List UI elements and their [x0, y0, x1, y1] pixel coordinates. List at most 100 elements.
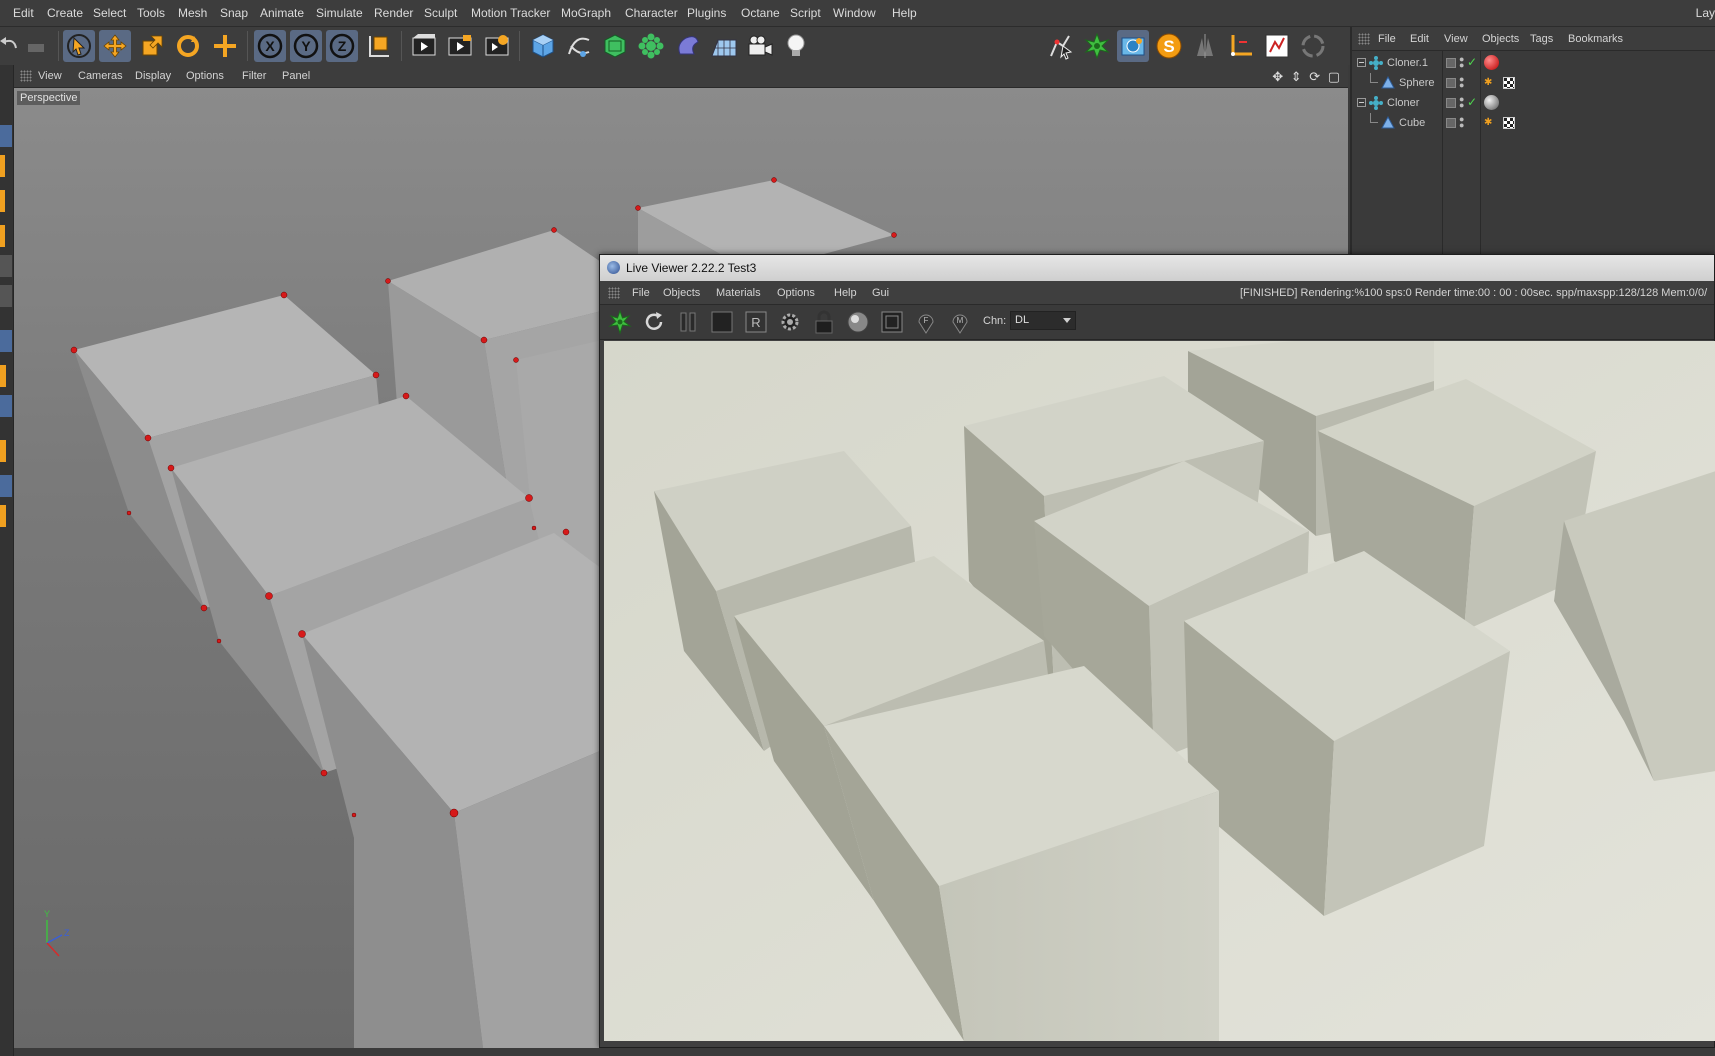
- checker-tag-icon[interactable]: [1503, 117, 1515, 129]
- menu-window[interactable]: Window: [833, 6, 876, 20]
- render-picture-viewer-icon[interactable]: [444, 30, 476, 62]
- solo-mode-icon[interactable]: [0, 440, 6, 462]
- menu-mograph[interactable]: MoGraph: [561, 6, 611, 20]
- edges-mode-icon[interactable]: [0, 255, 12, 277]
- render-settings-icon[interactable]: [481, 30, 513, 62]
- live-selection-icon[interactable]: [63, 30, 95, 62]
- snap-mode-icon[interactable]: [0, 395, 12, 417]
- material-icon[interactable]: [1261, 30, 1293, 62]
- live-viewer-title-bar[interactable]: Live Viewer 2.22.2 Test3: [600, 255, 1714, 281]
- viewport-navigation-icons[interactable]: ✥ ⇕ ⟳ ▢: [1272, 69, 1342, 85]
- joint-icon[interactable]: [1225, 30, 1257, 62]
- lv-menu-objects[interactable]: Objects: [663, 287, 700, 299]
- layout-label[interactable]: Lay: [1696, 6, 1715, 20]
- floor-icon[interactable]: [708, 30, 740, 62]
- spline-pen-icon[interactable]: [563, 30, 595, 62]
- add-object-icon[interactable]: [209, 30, 241, 62]
- menu-script[interactable]: Script: [790, 6, 821, 20]
- lock-icon[interactable]: [810, 309, 838, 335]
- channel-dropdown[interactable]: DL: [1010, 311, 1076, 330]
- camera-icon[interactable]: [744, 30, 776, 62]
- menu-tools[interactable]: Tools: [137, 6, 165, 20]
- material-tag-icon[interactable]: [1484, 55, 1499, 70]
- workplane-icon[interactable]: [0, 475, 12, 497]
- s-plugin-icon[interactable]: S: [1153, 30, 1185, 62]
- viewport-menu-filter[interactable]: Filter: [242, 70, 266, 82]
- deformer-icon[interactable]: [672, 30, 704, 62]
- panel-grip-icon[interactable]: [1358, 33, 1370, 45]
- layer-toggle-icon[interactable]: [1446, 58, 1456, 68]
- locked-workplane-icon[interactable]: [0, 505, 6, 527]
- visibility-dots-icon[interactable]: ● ●: [1459, 115, 1464, 130]
- enabled-check-icon[interactable]: ✓: [1467, 95, 1477, 109]
- om-menu-file[interactable]: File: [1378, 33, 1396, 45]
- layer-toggle-icon[interactable]: [1446, 118, 1456, 128]
- phong-tag-icon[interactable]: ✱: [1484, 117, 1492, 128]
- pause-icon[interactable]: [674, 309, 702, 335]
- clay-mode-icon[interactable]: [878, 309, 906, 335]
- menu-plugins[interactable]: Plugins: [687, 6, 726, 20]
- material-ball-icon[interactable]: [844, 309, 872, 335]
- light-icon[interactable]: [780, 30, 812, 62]
- x-axis-icon[interactable]: X: [254, 30, 286, 62]
- axis-mode-icon[interactable]: [0, 330, 12, 352]
- object-name[interactable]: Sphere: [1399, 77, 1434, 89]
- object-row-cloner[interactable]: Cloner ● ● ✓: [1352, 93, 1715, 113]
- symmetry-icon[interactable]: [1189, 30, 1221, 62]
- lv-menu-materials[interactable]: Materials: [716, 287, 761, 299]
- phong-tag-icon[interactable]: ✱: [1484, 77, 1492, 88]
- menu-edit[interactable]: Edit: [13, 6, 34, 20]
- viewport-menu-panel[interactable]: Panel: [282, 70, 310, 82]
- om-menu-tags[interactable]: Tags: [1530, 33, 1553, 45]
- om-menu-edit[interactable]: Edit: [1410, 33, 1429, 45]
- y-axis-icon[interactable]: Y: [290, 30, 322, 62]
- om-menu-view[interactable]: View: [1444, 33, 1468, 45]
- visibility-dots-icon[interactable]: ● ●: [1459, 75, 1464, 90]
- render-output-area[interactable]: [604, 341, 1715, 1041]
- settings-gear-icon[interactable]: [776, 309, 804, 335]
- tweak-mode-icon[interactable]: [0, 365, 6, 387]
- object-name[interactable]: Cube: [1399, 117, 1425, 129]
- lv-menu-options[interactable]: Options: [777, 287, 815, 299]
- enabled-check-icon[interactable]: ✓: [1467, 55, 1477, 69]
- panel-grip-icon[interactable]: [608, 287, 620, 299]
- model-mode-icon[interactable]: [0, 125, 12, 147]
- texture-mode-icon[interactable]: [0, 155, 5, 177]
- collapse-toggle-icon[interactable]: [1357, 98, 1366, 107]
- redo-icon[interactable]: [20, 30, 52, 62]
- object-name[interactable]: Cloner: [1387, 97, 1419, 109]
- menu-octane[interactable]: Octane: [741, 6, 780, 20]
- menu-sculpt[interactable]: Sculpt: [424, 6, 457, 20]
- menu-simulate[interactable]: Simulate: [316, 6, 363, 20]
- menu-create[interactable]: Create: [47, 6, 83, 20]
- octane-settings-icon[interactable]: [1117, 30, 1149, 62]
- viewport-camera-label[interactable]: Perspective: [17, 91, 81, 105]
- subdivision-surface-icon[interactable]: [599, 30, 631, 62]
- panel-grip-icon[interactable]: [20, 70, 32, 82]
- viewport-menu-view[interactable]: View: [38, 70, 62, 82]
- cube-primitive-icon[interactable]: [527, 30, 559, 62]
- workplane-mode-icon[interactable]: [0, 190, 5, 212]
- render-view-icon[interactable]: [408, 30, 440, 62]
- menu-snap[interactable]: Snap: [220, 6, 248, 20]
- viewport-menu-options[interactable]: Options: [186, 70, 224, 82]
- lv-menu-file[interactable]: File: [632, 287, 650, 299]
- object-row-sphere[interactable]: Sphere ● ● ✱: [1352, 73, 1715, 93]
- polygons-mode-icon[interactable]: [0, 285, 12, 307]
- rotate-icon[interactable]: [172, 30, 204, 62]
- stop-icon[interactable]: [708, 309, 736, 335]
- menu-help[interactable]: Help: [892, 6, 917, 20]
- layer-toggle-icon[interactable]: [1446, 78, 1456, 88]
- om-menu-objects[interactable]: Objects: [1482, 33, 1519, 45]
- layer-toggle-icon[interactable]: [1446, 98, 1456, 108]
- visibility-dots-icon[interactable]: ● ●: [1459, 55, 1464, 70]
- restart-icon[interactable]: [640, 309, 668, 335]
- cloner-icon[interactable]: [635, 30, 667, 62]
- menu-motion-tracker[interactable]: Motion Tracker: [471, 6, 550, 20]
- collapse-toggle-icon[interactable]: [1357, 58, 1366, 67]
- coordinate-system-icon[interactable]: [363, 30, 395, 62]
- viewport-menu-cameras[interactable]: Cameras: [78, 70, 123, 82]
- menu-select[interactable]: Select: [93, 6, 126, 20]
- octane-live-viewer-icon[interactable]: [1081, 30, 1113, 62]
- material-pick-icon[interactable]: M: [946, 309, 974, 335]
